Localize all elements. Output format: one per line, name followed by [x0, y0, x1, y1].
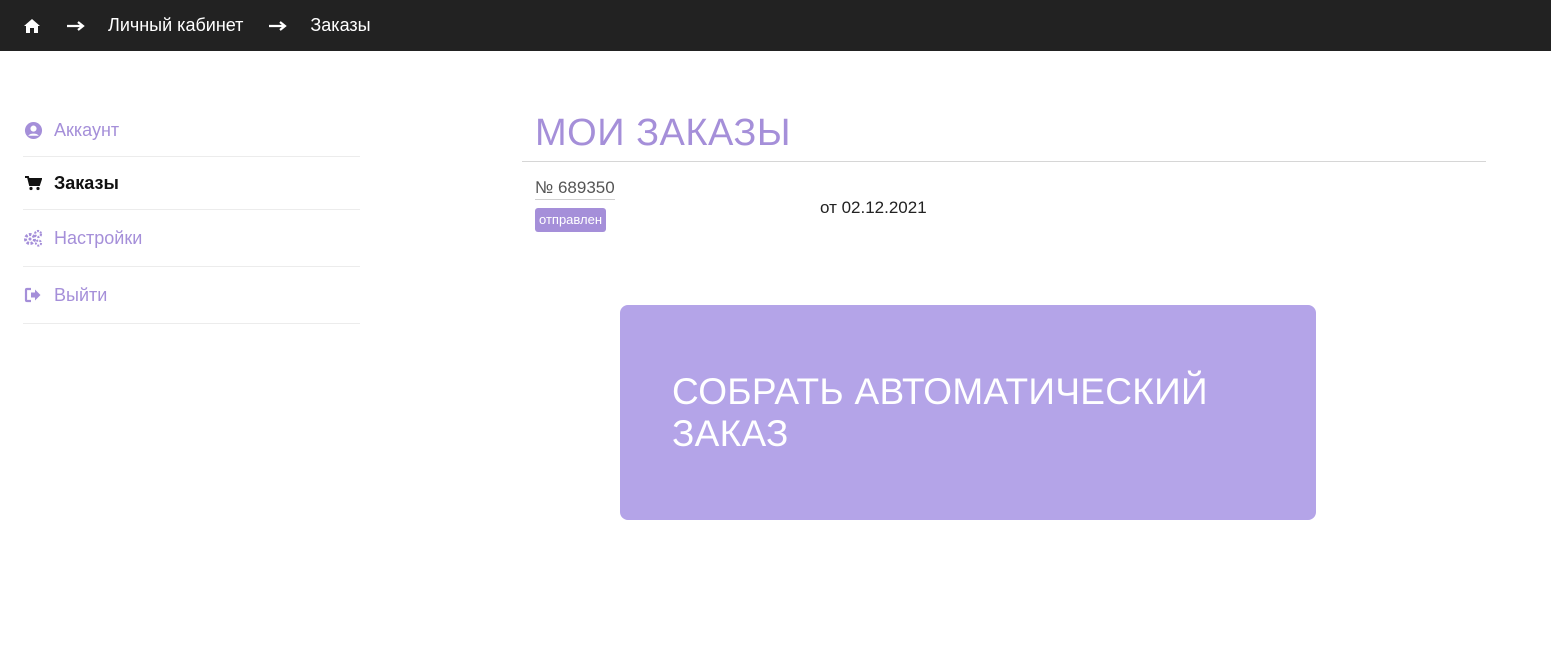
sidebar-item-account[interactable]: Аккаунт — [23, 104, 360, 157]
order-row: № 689350 отправлен от 02.12.2021 — [522, 162, 1486, 242]
sidebar-item-label: Аккаунт — [54, 119, 120, 140]
sidebar-item-orders[interactable]: Заказы — [23, 157, 360, 210]
page-title: МОИ ЗАКАЗЫ — [522, 104, 1486, 162]
auto-order-button[interactable]: СОБРАТЬ АВТОМАТИЧЕСКИЙ ЗАКАЗ — [620, 305, 1316, 520]
user-circle-icon — [23, 120, 43, 140]
order-date: от 02.12.2021 — [820, 198, 927, 217]
arrow-right-icon — [66, 20, 86, 32]
gears-icon — [23, 228, 43, 248]
arrow-right-icon — [268, 20, 288, 32]
sidebar: Аккаунт Заказы Настройки Выйти — [23, 104, 360, 324]
main-content: МОИ ЗАКАЗЫ № 689350 отправлен от 02.12.2… — [522, 104, 1486, 520]
cart-icon — [23, 173, 43, 193]
sidebar-item-label: Заказы — [54, 172, 119, 193]
sign-out-icon — [23, 285, 43, 305]
status-badge: отправлен — [535, 208, 607, 232]
sidebar-item-label: Настройки — [54, 227, 143, 248]
sidebar-item-logout[interactable]: Выйти — [23, 267, 360, 324]
sidebar-item-label: Выйти — [54, 284, 108, 305]
order-number-link[interactable]: № 689350 — [535, 178, 615, 200]
breadcrumb-personal-cabinet[interactable]: Личный кабинет — [108, 15, 243, 36]
home-icon[interactable] — [23, 18, 41, 34]
sidebar-item-settings[interactable]: Настройки — [23, 210, 360, 267]
top-nav-bar: Личный кабинет Заказы — [0, 0, 1551, 51]
breadcrumb-orders: Заказы — [310, 15, 371, 35]
